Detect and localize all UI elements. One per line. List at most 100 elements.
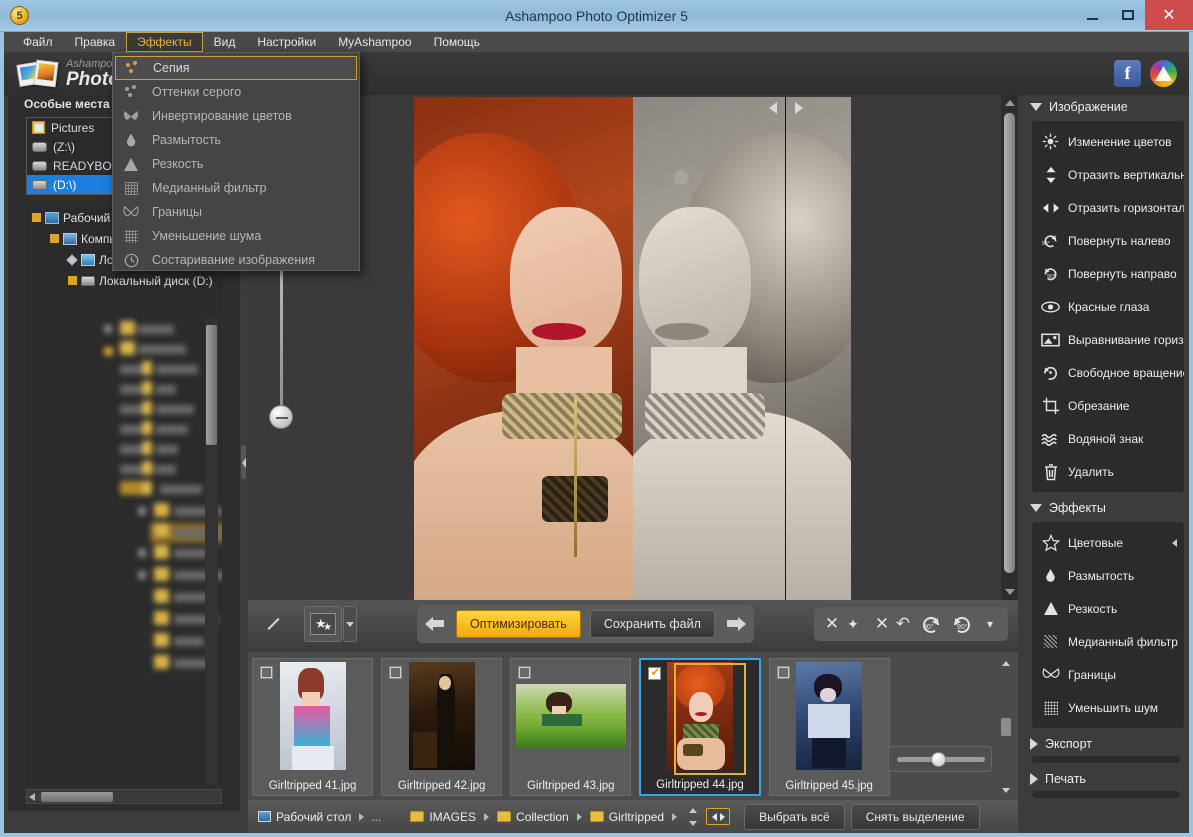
tree-horizontal-scrollbar[interactable] — [26, 789, 222, 804]
thumbnail-checkbox[interactable] — [777, 666, 790, 679]
thumbnail-item[interactable]: Girltripped 43.jpg — [510, 658, 631, 796]
chevron-right-icon[interactable] — [1030, 773, 1038, 785]
section-header-export[interactable]: Экспорт — [1026, 732, 1186, 756]
effect-median[interactable]: Медианный фильтр — [1032, 625, 1184, 658]
tool-rotate-right[interactable]: 90° Повернуть направо — [1032, 257, 1184, 290]
scrollbar-thumb[interactable] — [206, 325, 217, 445]
tool-crop[interactable]: Обрезание — [1032, 389, 1184, 422]
menu-option-blur[interactable]: Размытость — [113, 128, 359, 152]
breadcrumb-item-girltripped[interactable]: Girltripped — [586, 810, 668, 824]
fullscreen-expand-icon[interactable] — [256, 607, 290, 641]
thumbnail-checkbox[interactable] — [260, 666, 273, 679]
close-button[interactable]: ✕ — [1145, 0, 1193, 30]
menu-option-aging[interactable]: Состаривание изображения — [113, 248, 359, 272]
select-all-button[interactable]: Выбрать всё — [744, 804, 845, 830]
tool-delete[interactable]: Удалить — [1032, 455, 1184, 488]
effects-star-image-icon[interactable]: ★ ★ — [304, 606, 342, 642]
menu-option-sharpen[interactable]: Резкость — [113, 152, 359, 176]
thumbnail-item[interactable]: Girltripped 41.jpg — [252, 658, 373, 796]
section-header-image[interactable]: Изображение — [1026, 95, 1186, 119]
image-canvas[interactable] — [248, 95, 1001, 600]
thumbnail-checkbox-checked[interactable] — [648, 667, 661, 680]
scrollbar-thumb[interactable] — [41, 792, 113, 802]
split-left-arrow-icon[interactable] — [769, 102, 777, 114]
expander-plus-icon[interactable] — [68, 276, 77, 285]
undo-icon[interactable]: ↶ — [891, 612, 915, 636]
thumbnail-checkbox[interactable] — [389, 666, 402, 679]
effects-dropdown-menu[interactable]: Сепия Оттенки серого Инвертирование цвет… — [112, 52, 360, 271]
breadcrumb-ellipsis[interactable]: ... — [368, 810, 384, 824]
effect-sharpen[interactable]: Резкость — [1032, 592, 1184, 625]
scrollbar-thumb[interactable] — [1001, 718, 1011, 736]
scroll-up-icon[interactable] — [1005, 100, 1015, 106]
effect-noise-reduce[interactable]: Уменьшить шум — [1032, 691, 1184, 724]
menu-item-settings[interactable]: Настройки — [246, 32, 327, 52]
chevron-down-icon[interactable]: ▾ — [978, 612, 1002, 636]
spinner-down-icon[interactable] — [689, 821, 697, 826]
chevron-right-icon[interactable] — [1030, 738, 1038, 750]
rotate-right-90-icon[interactable]: 90° — [949, 612, 973, 636]
breadcrumb-item-desktop[interactable]: Рабочий стол — [254, 810, 355, 824]
menu-option-median-filter[interactable]: Медианный фильтр — [113, 176, 359, 200]
minimize-button[interactable] — [1075, 0, 1110, 30]
thumbnail-item-selected[interactable]: Girltripped 44.jpg — [639, 658, 760, 796]
zoom-out-icon[interactable] — [269, 405, 293, 429]
menu-item-myashampoo[interactable]: MyAshampoo — [327, 32, 422, 52]
menu-item-edit[interactable]: Правка — [64, 32, 127, 52]
menu-option-invert-colors[interactable]: Инвертирование цветов — [113, 104, 359, 128]
thumbnail-size-slider[interactable] — [888, 746, 992, 772]
next-image-button[interactable] — [724, 613, 746, 635]
filmstrip-vertical-scrollbar[interactable] — [1000, 658, 1012, 796]
split-divider-handle[interactable] — [769, 97, 803, 119]
scroll-down-icon[interactable] — [1002, 788, 1010, 793]
chevron-down-icon[interactable] — [1030, 504, 1042, 512]
nav-left-icon[interactable] — [712, 813, 717, 821]
tool-rotate-left[interactable]: 90° Повернуть налево — [1032, 224, 1184, 257]
menu-item-view[interactable]: Вид — [203, 32, 247, 52]
scroll-left-icon[interactable] — [29, 793, 35, 801]
folder-tree[interactable]: Рабочий стол Компьютер Локальный диск (C… — [26, 207, 222, 785]
expander-plus-icon[interactable] — [32, 213, 41, 222]
thumbnail-item[interactable]: Girltripped 45.jpg — [769, 658, 890, 796]
scrollbar-thumb[interactable] — [1004, 113, 1015, 573]
previous-image-button[interactable] — [425, 613, 447, 635]
preview-image-split[interactable] — [414, 97, 851, 600]
breadcrumb-spinner[interactable] — [687, 805, 700, 829]
chevron-down-icon[interactable] — [1030, 103, 1042, 111]
tool-watermark[interactable]: Водяной знак — [1032, 422, 1184, 455]
scroll-down-icon[interactable] — [1005, 589, 1015, 595]
save-file-button[interactable]: Сохранить файл — [590, 610, 715, 638]
section-header-print[interactable]: Печать — [1026, 767, 1186, 791]
menu-option-grayscale[interactable]: Оттенки серого — [113, 80, 359, 104]
tool-free-rotate[interactable]: Свободное вращение — [1032, 356, 1184, 389]
picasa-icon[interactable] — [1150, 60, 1177, 87]
breadcrumb-item-collection[interactable]: Collection — [493, 810, 573, 824]
facebook-icon[interactable]: f — [1114, 60, 1141, 87]
maximize-button[interactable] — [1110, 0, 1145, 30]
thumbnail-item[interactable]: Girltripped 42.jpg — [381, 658, 502, 796]
menu-item-help[interactable]: Помощь — [423, 32, 491, 52]
tree-vertical-scrollbar[interactable] — [205, 319, 218, 785]
tool-horizon-align[interactable]: Выравнивание горизонта — [1032, 323, 1184, 356]
splitter-grip[interactable] — [241, 445, 246, 479]
optimize-button[interactable]: Оптимизировать — [456, 610, 581, 638]
effect-blur[interactable]: Размытость — [1032, 559, 1184, 592]
menu-option-edges[interactable]: Границы — [113, 200, 359, 224]
zoom-slider-track[interactable] — [280, 255, 283, 415]
deselect-all-button[interactable]: Снять выделение — [851, 804, 980, 830]
menu-option-sepia[interactable]: Сепия — [115, 56, 357, 80]
zoom-slider[interactable] — [269, 255, 293, 440]
scroll-up-icon[interactable] — [1002, 661, 1010, 666]
tool-change-colors[interactable]: Изменение цветов — [1032, 125, 1184, 158]
breadcrumb-item-images[interactable]: IMAGES — [406, 810, 480, 824]
effects-chevron-down-icon[interactable] — [343, 606, 357, 642]
tool-red-eye[interactable]: Красные глаза — [1032, 290, 1184, 323]
rotate-left-90-icon[interactable]: 90° — [920, 612, 944, 636]
slider-knob[interactable] — [931, 752, 946, 767]
tree-node-drive-d[interactable]: Локальный диск (D:) — [26, 270, 222, 291]
thumbnail-checkbox[interactable] — [518, 666, 531, 679]
effect-color[interactable]: Цветовые — [1032, 526, 1184, 559]
expander-diamond-icon[interactable] — [66, 254, 77, 265]
menu-item-file[interactable]: Файл — [12, 32, 64, 52]
expander-plus-icon[interactable] — [50, 234, 59, 243]
